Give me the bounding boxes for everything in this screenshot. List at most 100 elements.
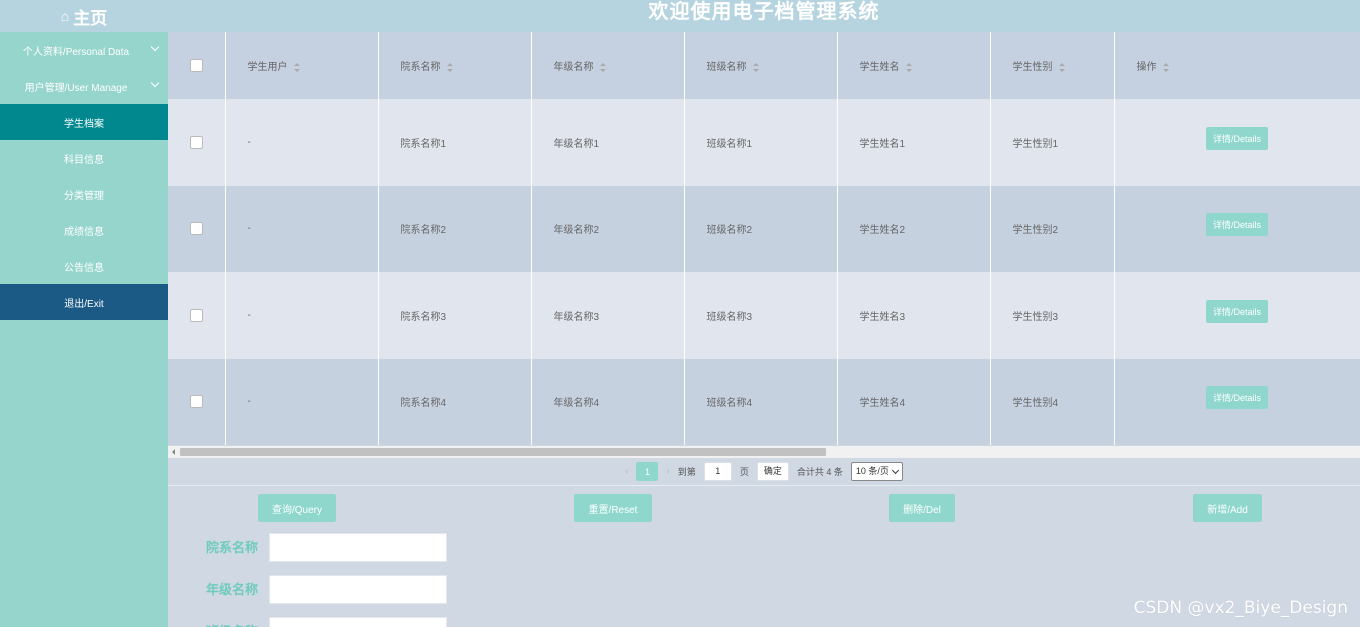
chevron-down-icon	[150, 78, 160, 88]
column-header-grade[interactable]: 年级名称	[531, 32, 685, 99]
column-header-user[interactable]: 学生用户	[225, 32, 379, 99]
row-checkbox[interactable]	[189, 222, 203, 236]
column-header-dept[interactable]: 院系名称	[378, 32, 532, 99]
details-button[interactable]: 详情/Details	[1205, 126, 1268, 150]
home-link[interactable]: ⌂ 主页	[0, 0, 168, 32]
cell-name: 学生姓名4	[837, 358, 991, 445]
row-checkbox-cell[interactable]	[168, 272, 226, 359]
next-page-button[interactable]: ›	[666, 466, 669, 477]
sidebar-item-student-archive[interactable]: 学生档案	[0, 104, 168, 140]
sidebar-item-label: 学生档案	[64, 118, 104, 130]
row-checkbox[interactable]	[189, 395, 203, 409]
page-size-value: 10 条/页	[855, 466, 889, 476]
sidebar-item-subjects[interactable]: 科目信息	[0, 140, 168, 176]
row-checkbox[interactable]	[189, 135, 203, 149]
table-header-row: 学生用户 院系名称 年级名称 班级名称 学生姓名 学生性别 操作	[168, 32, 1360, 99]
cell-grade: 年级名称3	[531, 272, 685, 359]
home-icon: ⌂	[60, 8, 70, 24]
chevron-down-icon	[150, 42, 160, 52]
sidebar-item-announcements[interactable]: 公告信息	[0, 248, 168, 284]
sidebar: 个人资料/Personal Data 用户管理/User Manage 学生档案…	[0, 32, 168, 627]
sidebar-item-exit[interactable]: 退出/Exit	[0, 284, 168, 320]
cell-actions: 详情/Details	[1114, 272, 1360, 359]
top-bar: ⌂ 主页 欢迎使用电子档管理系统	[0, 0, 1360, 32]
details-button[interactable]: 详情/Details	[1205, 299, 1268, 323]
dept-field-label: 院系名称	[206, 540, 259, 555]
page-unit-label: 页	[739, 467, 749, 477]
action-bar: 查询/Query 重置/Reset 删除/Del 新增/Add	[168, 494, 1360, 522]
sidebar-item-categories[interactable]: 分类管理	[0, 176, 168, 212]
class-field-label: 班级名称	[206, 617, 258, 627]
details-button[interactable]: 详情/Details	[1205, 213, 1268, 237]
cell-name: 学生姓名3	[837, 272, 991, 359]
horizontal-scrollbar[interactable]	[168, 446, 1360, 458]
row-checkbox[interactable]	[189, 308, 203, 322]
goto-label: 到第	[677, 467, 696, 477]
cell-dept: 院系名称2	[378, 185, 532, 272]
cell-grade: 年级名称2	[531, 185, 685, 272]
sort-icon[interactable]	[1162, 62, 1169, 72]
sort-icon[interactable]	[905, 62, 912, 72]
sidebar-group-user-manage[interactable]: 用户管理/User Manage	[0, 68, 168, 104]
chevron-down-icon	[891, 466, 899, 474]
sidebar-group-personal-data[interactable]: 个人资料/Personal Data	[0, 32, 168, 68]
select-all-checkbox[interactable]	[189, 59, 203, 72]
cell-dept: 院系名称1	[378, 99, 532, 186]
scrollbar-thumb[interactable]	[180, 448, 826, 456]
sort-icon[interactable]	[1058, 62, 1065, 72]
pagination: ‹ 1 › 到第 1 页 确定 合计共 4 条 10 条/页	[168, 458, 1360, 486]
table-row: - 院系名称4 年级名称4 班级名称4 学生姓名4 学生性别4 详情/Detai…	[168, 358, 1360, 445]
cell-user: -	[225, 99, 379, 186]
sidebar-item-label: 成绩信息	[64, 226, 104, 238]
column-header-class[interactable]: 班级名称	[684, 32, 838, 99]
page-size-select[interactable]: 10 条/页	[850, 462, 903, 481]
sort-icon[interactable]	[599, 62, 606, 72]
cell-gender: 学生性别2	[990, 185, 1115, 272]
goto-confirm-button[interactable]: 确定	[756, 462, 789, 481]
form-row-grade: 年级名称	[168, 575, 568, 605]
total-count: 合计共 4 条	[796, 467, 843, 477]
details-button[interactable]: 详情/Details	[1205, 386, 1268, 410]
cell-name: 学生姓名2	[837, 185, 991, 272]
column-header-name[interactable]: 学生姓名	[837, 32, 991, 99]
cell-class: 班级名称2	[684, 185, 838, 272]
sidebar-item-grades[interactable]: 成绩信息	[0, 212, 168, 248]
class-input[interactable]	[269, 617, 447, 627]
reset-button[interactable]: 重置/Reset	[574, 494, 652, 522]
cell-gender: 学生性别1	[990, 99, 1115, 186]
scroll-left-icon[interactable]	[172, 449, 175, 455]
query-button[interactable]: 查询/Query	[258, 494, 336, 522]
sidebar-item-label: 分类管理	[64, 190, 104, 202]
table-row: - 院系名称3 年级名称3 班级名称3 学生姓名3 学生性别3 详情/Detai…	[168, 272, 1360, 359]
row-checkbox-cell[interactable]	[168, 358, 226, 445]
cell-actions: 详情/Details	[1114, 99, 1360, 186]
cell-user: -	[225, 185, 379, 272]
prev-page-button[interactable]: ‹	[625, 466, 628, 477]
cell-name: 学生姓名1	[837, 99, 991, 186]
page-title: 欢迎使用电子档管理系统	[648, 1, 880, 23]
sort-icon[interactable]	[752, 62, 759, 72]
add-button[interactable]: 新增/Add	[1193, 494, 1262, 522]
cell-dept: 院系名称4	[378, 358, 532, 445]
goto-page-input[interactable]: 1	[703, 462, 732, 481]
delete-button[interactable]: 删除/Del	[889, 494, 955, 522]
dept-input[interactable]	[269, 533, 447, 562]
cell-grade: 年级名称1	[531, 99, 685, 186]
select-all-checkbox-cell[interactable]	[168, 32, 226, 99]
cell-grade: 年级名称4	[531, 358, 685, 445]
column-header-actions[interactable]: 操作	[1114, 32, 1360, 99]
sort-icon[interactable]	[293, 62, 300, 72]
form-row-class: 班级名称	[168, 617, 568, 627]
cell-class: 班级名称4	[684, 358, 838, 445]
sort-icon[interactable]	[446, 62, 453, 72]
page-number-current[interactable]: 1	[636, 462, 659, 481]
cell-gender: 学生性别3	[990, 272, 1115, 359]
sidebar-group-label: 个人资料/Personal Data	[22, 46, 130, 58]
column-header-gender[interactable]: 学生性别	[990, 32, 1115, 99]
row-checkbox-cell[interactable]	[168, 99, 226, 186]
cell-user: -	[225, 272, 379, 359]
row-checkbox-cell[interactable]	[168, 185, 226, 272]
cell-class: 班级名称1	[684, 99, 838, 186]
watermark: CSDN @vx2_Biye_Design	[1133, 598, 1348, 618]
grade-input[interactable]	[269, 575, 447, 604]
